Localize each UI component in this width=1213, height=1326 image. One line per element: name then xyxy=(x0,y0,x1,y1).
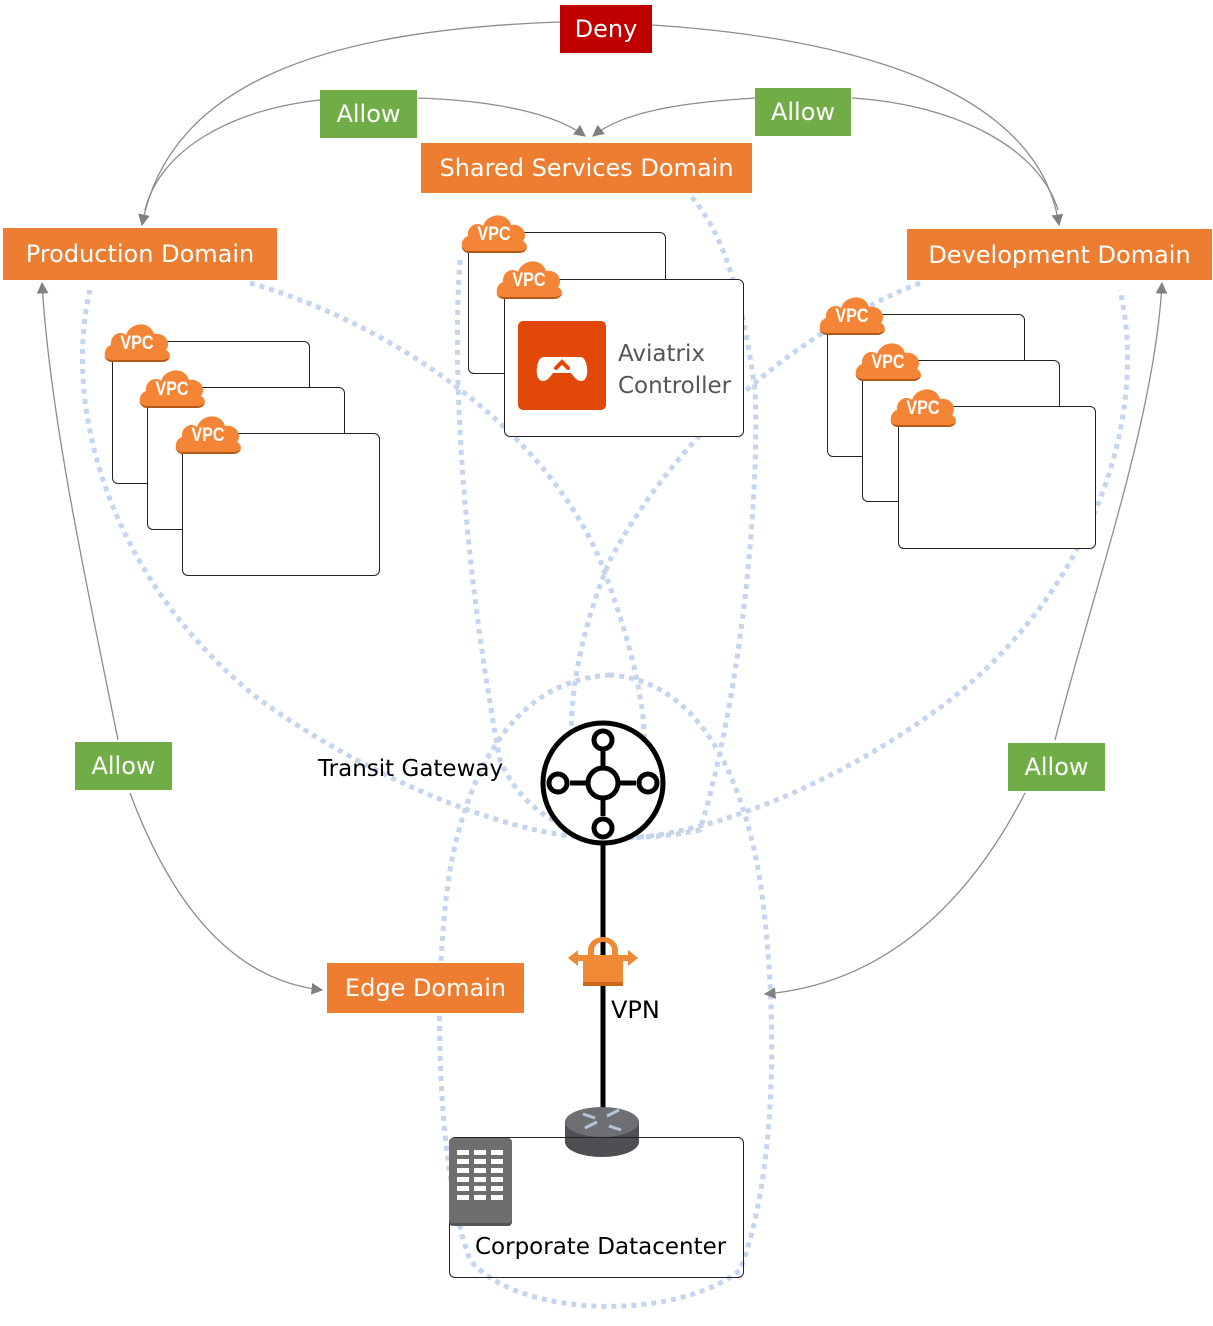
allow-arrow-prod-shared-left xyxy=(144,99,321,211)
deny-arrow-right xyxy=(651,24,1064,227)
shared-services-domain-label[interactable]: Shared Services Domain xyxy=(421,143,752,193)
allow-policy-label: Allow xyxy=(755,88,851,136)
allow-arrow-dev-edge-down xyxy=(763,792,1026,999)
vpc-cloud-icon: VPC xyxy=(102,318,172,364)
allow-policy-label: Allow xyxy=(1008,743,1105,791)
production-domain-label[interactable]: Production Domain xyxy=(3,228,277,280)
diagram-canvas xyxy=(36,21,1168,1309)
controller-label-line2: Controller xyxy=(618,373,732,399)
vpc-cloud-icon: VPC xyxy=(459,209,529,255)
allow-arrow-dev-shared-left xyxy=(592,97,756,137)
allow-arrow-dev-shared-right xyxy=(851,97,1059,211)
allow-policy-label: Allow xyxy=(320,90,417,138)
aviatrix-logo-icon xyxy=(518,321,606,410)
vpc-cloud-icon: VPC xyxy=(817,291,887,337)
vpc-cloud-icon: VPC xyxy=(888,383,958,429)
deny-policy-label: Deny xyxy=(560,5,652,53)
vpn-label: VPN xyxy=(611,996,660,1024)
vpc-cloud-icon: VPC xyxy=(173,410,243,456)
development-domain-label[interactable]: Development Domain xyxy=(907,229,1212,280)
allow-arrow-prod-shared-right xyxy=(417,97,586,137)
transit-gateway-icon[interactable] xyxy=(540,720,666,846)
corporate-datacenter-label: Corporate Datacenter xyxy=(475,1234,727,1260)
vpc-cloud-icon: VPC xyxy=(137,364,207,410)
controller-label: Aviatrix Controller xyxy=(618,338,731,402)
transit-gateway-label: Transit Gateway xyxy=(318,756,504,782)
datacenter-building-icon xyxy=(449,1138,512,1223)
vpc-cloud-icon: VPC xyxy=(494,255,564,301)
vpc-cloud-icon: VPC xyxy=(853,337,923,383)
edge-domain-label[interactable]: Edge Domain xyxy=(327,963,524,1013)
allow-policy-label: Allow xyxy=(75,742,172,790)
controller-label-line1: Aviatrix xyxy=(618,341,705,367)
allow-arrow-prod-edge-down xyxy=(129,792,324,995)
